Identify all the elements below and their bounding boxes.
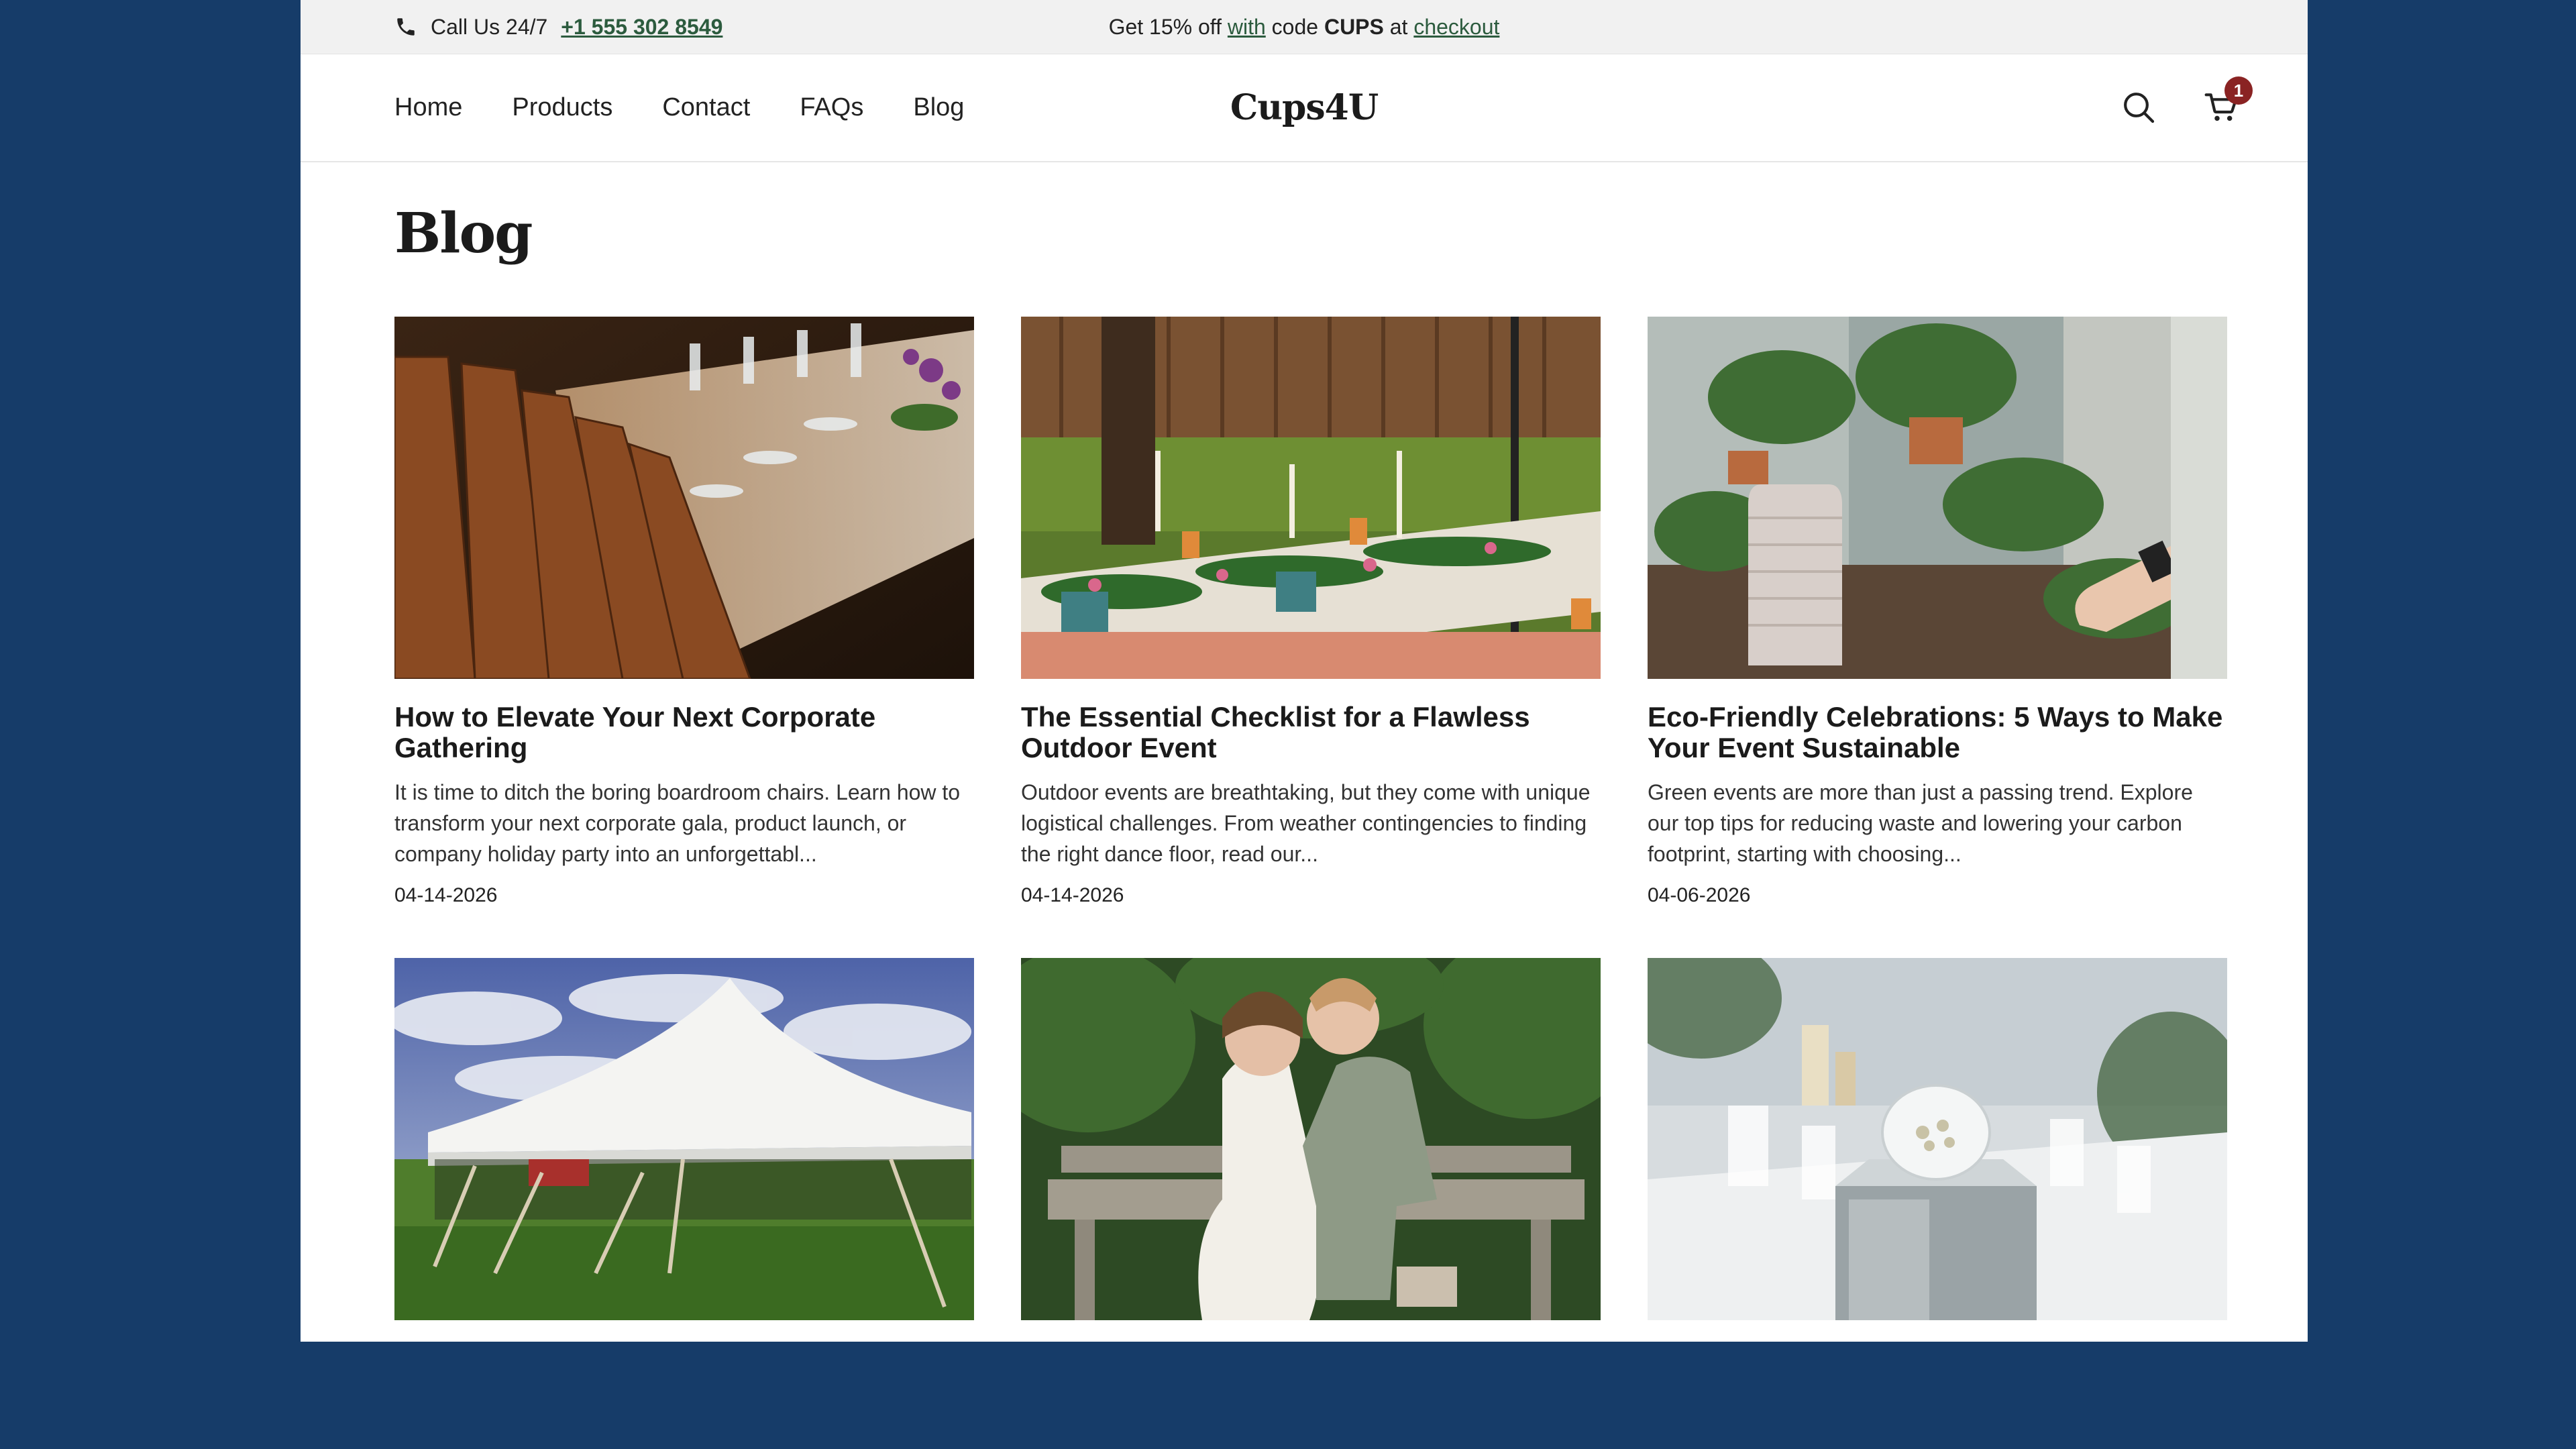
promo-text-2: code <box>1265 14 1324 39</box>
post-image-couple-bench[interactable] <box>1021 958 1601 1320</box>
post-image-outdoor-table[interactable] <box>1021 317 1601 679</box>
browser-page: Call Us 24/7 +1 555 302 8549 Get 15% off… <box>301 0 2308 1342</box>
promo-with-link[interactable]: with <box>1228 15 1266 40</box>
post-image-tent[interactable] <box>394 958 974 1320</box>
promo-code: CUPS <box>1324 14 1384 39</box>
page-title: Blog <box>394 201 533 266</box>
promo-text-3: at <box>1383 14 1414 39</box>
post-date: 04-14-2026 <box>394 884 498 906</box>
search-icon <box>2124 93 2155 123</box>
post-date: 04-06-2026 <box>1648 884 1751 906</box>
promo-text-1: Get 15% off <box>1108 14 1228 39</box>
announcement-bar: Call Us 24/7 +1 555 302 8549 Get 15% off… <box>301 0 2308 54</box>
blog-card[interactable] <box>1021 958 1601 1342</box>
search-button[interactable] <box>2120 89 2157 126</box>
cart-button[interactable]: 1 <box>2203 76 2253 126</box>
site-header: Home Products Contact FAQs Blog Cups4U 1 <box>301 54 2308 162</box>
blog-card[interactable]: How to Elevate Your Next Corporate Gathe… <box>394 317 974 958</box>
blog-grid: How to Elevate Your Next Corporate Gathe… <box>394 317 2227 1342</box>
cart-count-badge: 1 <box>2224 76 2253 105</box>
site-logo[interactable]: Cups4U <box>301 54 2308 161</box>
post-image-eco-plants[interactable] <box>1648 317 2227 679</box>
blog-card[interactable] <box>1648 958 2227 1342</box>
post-title[interactable]: Eco-Friendly Celebrations: 5 Ways to Mak… <box>1648 702 2227 763</box>
blog-card[interactable]: The Essential Checklist for a Flawless O… <box>1021 317 1601 958</box>
post-image-corporate-dining[interactable] <box>394 317 974 679</box>
post-title[interactable]: How to Elevate Your Next Corporate Gathe… <box>394 702 974 763</box>
checkout-link[interactable]: checkout <box>1413 15 1499 40</box>
post-excerpt: Green events are more than just a passin… <box>1648 780 2193 866</box>
post-excerpt: It is time to ditch the boring boardroom… <box>394 780 961 866</box>
post-date: 04-14-2026 <box>1021 884 1124 906</box>
post-excerpt: Outdoor events are breathtaking, but the… <box>1021 780 1591 866</box>
post-image-glass-centerpiece[interactable] <box>1648 958 2227 1320</box>
blog-card[interactable] <box>394 958 974 1342</box>
blog-card[interactable]: Eco-Friendly Celebrations: 5 Ways to Mak… <box>1648 317 2227 958</box>
promo-message: Get 15% off with code CUPS at checkout <box>301 0 2308 54</box>
header-actions: 1 <box>2120 54 2253 161</box>
post-title[interactable]: The Essential Checklist for a Flawless O… <box>1021 702 1601 763</box>
